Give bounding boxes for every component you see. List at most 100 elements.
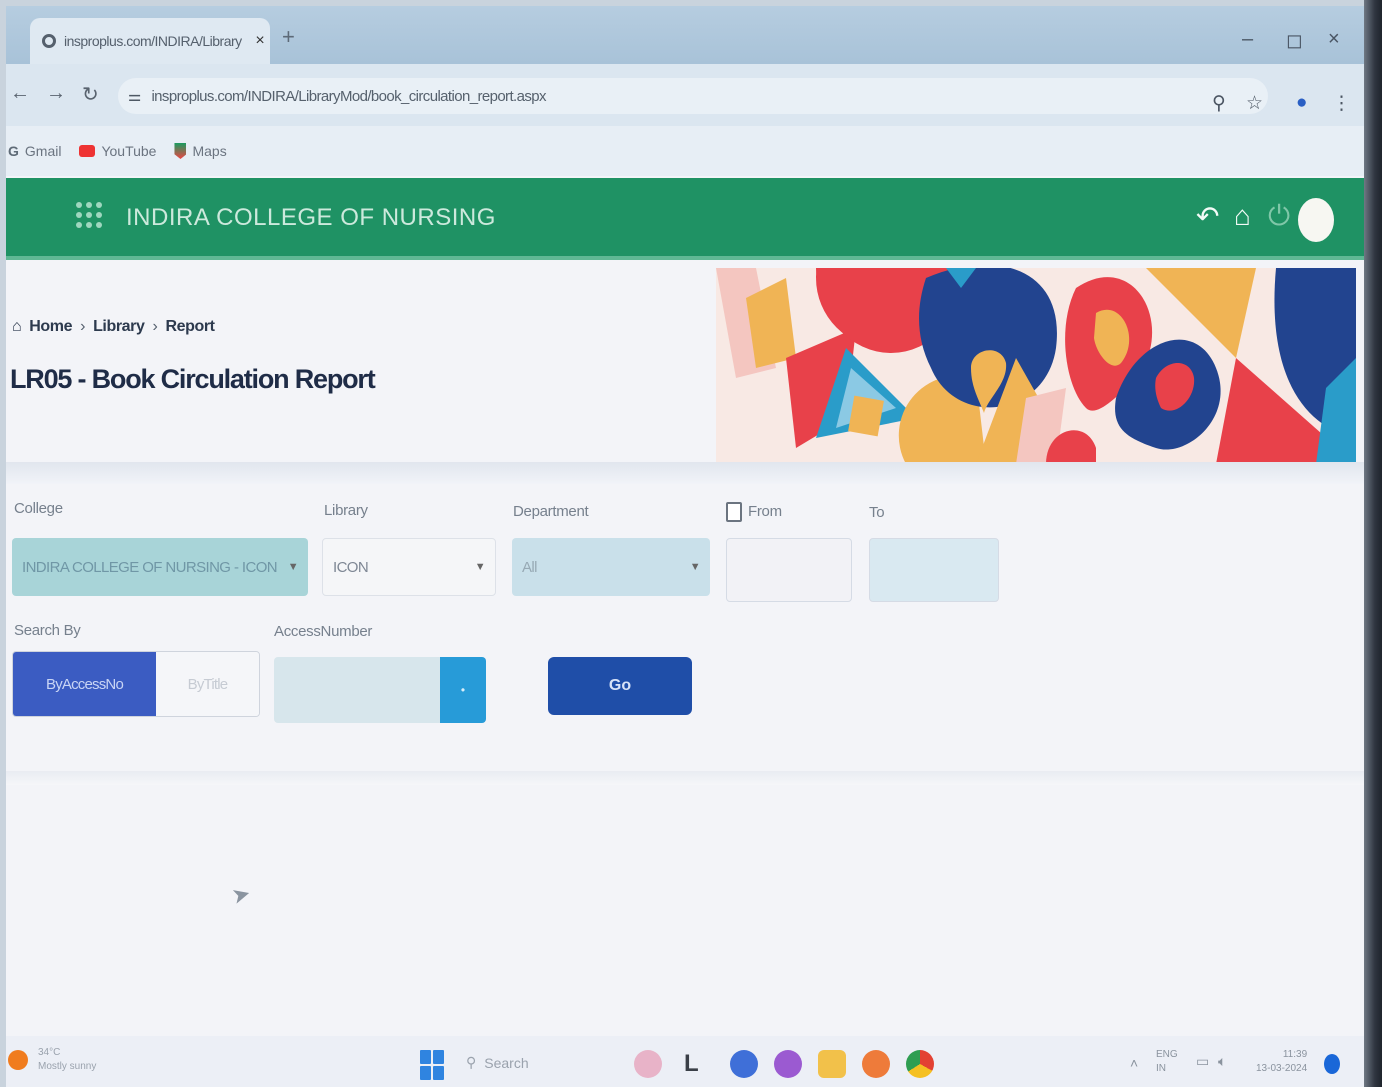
home-icon[interactable]: ⌂ (1234, 200, 1251, 232)
user-avatar[interactable] (1298, 198, 1334, 242)
home-outline-icon: ⌂ (12, 318, 22, 335)
chrome-icon[interactable] (906, 1050, 934, 1078)
date-filter-checkbox[interactable] (726, 502, 742, 522)
from-label: From (748, 503, 782, 520)
department-value: All (522, 558, 537, 576)
bookmark-label: Maps (192, 143, 227, 159)
decorative-banner (716, 268, 1356, 464)
zoom-icon[interactable]: ⚲ (1212, 92, 1226, 115)
url-text: insproplus.com/INDIRA/LibraryMod/book_ci… (151, 87, 546, 105)
college-select[interactable]: INDIRA COLLEGE OF NURSING - ICON ▼ (12, 538, 308, 596)
app-header: INDIRA COLLEGE OF NURSING ↶ ⌂ ⏻ (6, 178, 1364, 260)
department-label: Department (513, 503, 589, 520)
forward-icon[interactable]: → (46, 82, 66, 105)
weather-desc: Mostly sunny (38, 1061, 97, 1072)
browser-tab-strip: insproplus.com/INDIRA/Library × + – ◻ × (6, 6, 1364, 64)
go-button[interactable]: Go (548, 657, 692, 715)
reload-icon[interactable]: ↻ (82, 82, 99, 107)
search-by-toggle: ByAccessNo ByTitle (12, 651, 260, 717)
bookmark-youtube[interactable]: YouTube (79, 143, 156, 159)
breadcrumb-report: Report (165, 318, 215, 335)
language-code: ENG (1156, 1049, 1178, 1060)
divider (6, 462, 1364, 484)
power-icon[interactable]: ⏻ (1268, 200, 1290, 233)
star-icon[interactable]: ☆ (1246, 92, 1263, 115)
tab-title: insproplus.com/INDIRA/Library (64, 33, 242, 49)
search-by-access-no[interactable]: ByAccessNo (13, 652, 156, 716)
page-title: LR05 - Book Circulation Report (10, 364, 376, 394)
gmail-icon: G (8, 143, 19, 159)
app-name: INDIRA COLLEGE OF NURSING (126, 204, 496, 231)
library-select[interactable]: ICON ▼ (322, 538, 496, 596)
notification-icon[interactable] (1324, 1054, 1340, 1074)
region-code: IN (1156, 1063, 1166, 1074)
access-number-button[interactable]: • (440, 657, 486, 723)
access-number-input[interactable] (274, 657, 442, 723)
search-icon: ⚲ (466, 1054, 477, 1070)
to-label: To (869, 504, 885, 521)
department-select[interactable]: All ▼ (512, 538, 710, 596)
windows-start-icon[interactable] (420, 1050, 444, 1080)
screen: insproplus.com/INDIRA/Library × + – ◻ × … (6, 6, 1364, 1087)
youtube-icon (79, 145, 96, 157)
minimize-button[interactable]: – (1242, 28, 1253, 51)
caret-down-icon: ▼ (474, 561, 486, 573)
widgets-icon[interactable] (634, 1050, 662, 1078)
chevron-right-icon: › (80, 318, 86, 335)
caret-down-icon: ▼ (689, 561, 701, 573)
language-indicator[interactable]: ENG IN (1156, 1048, 1178, 1076)
college-value: INDIRA COLLEGE OF NURSING - ICON (22, 558, 278, 576)
bookmarks-bar: G Gmail YouTube Maps (6, 126, 1364, 176)
tab-close-icon[interactable]: × (250, 32, 270, 50)
clock-date: 13-03-2024 (1256, 1063, 1308, 1074)
bookmark-gmail[interactable]: G Gmail (8, 143, 61, 159)
library-label: Library (324, 502, 368, 519)
from-date-input[interactable] (726, 538, 852, 602)
breadcrumb-library[interactable]: Library (93, 318, 145, 336)
browser-toolbar: ← → ↻ ⚌ insproplus.com/INDIRA/LibraryMod… (6, 64, 1364, 126)
college-label: College (14, 500, 63, 517)
clock[interactable]: 11:39 13-03-2024 (1256, 1048, 1307, 1076)
chevron-up-icon[interactable]: ˄ (1130, 1056, 1138, 1070)
profile-icon[interactable]: ● (1296, 92, 1307, 114)
weather-widget[interactable]: 34°C Mostly sunny (8, 1046, 96, 1074)
maps-icon (174, 143, 187, 159)
volume-icon[interactable]: 🔈︎ (1218, 1054, 1226, 1068)
mouse-cursor-icon: ➤ (228, 880, 254, 909)
copilot-icon[interactable] (774, 1050, 802, 1078)
to-date-input[interactable] (869, 538, 999, 602)
taskbar-search[interactable]: ⚲ Search (466, 1054, 529, 1071)
caret-down-icon: ▼ (287, 561, 299, 573)
app-l-icon[interactable]: L (684, 1050, 712, 1078)
new-tab-button[interactable]: + (282, 24, 295, 50)
search-by-title[interactable]: ByTitle (156, 652, 259, 716)
network-icon[interactable]: ▭ (1196, 1054, 1209, 1068)
breadcrumb: ⌂ Home › Library › Report (12, 318, 215, 336)
bookmark-label: Gmail (24, 143, 62, 159)
breadcrumb-home[interactable]: Home (29, 318, 72, 336)
back-arrow-icon[interactable]: ↶ (1196, 200, 1219, 233)
taskbar: 34°C Mostly sunny ⚲ Search L ˄ ENG IN ▭ … (6, 1036, 1364, 1087)
sun-icon (8, 1050, 28, 1070)
window-close-button[interactable]: × (1328, 28, 1340, 51)
search-by-label: Search By (14, 622, 81, 639)
address-bar[interactable]: ⚌ insproplus.com/INDIRA/LibraryMod/book_… (118, 78, 1268, 114)
restore-button[interactable]: ◻ (1286, 28, 1303, 53)
weather-temp: 34°C (38, 1047, 61, 1058)
bookmark-maps[interactable]: Maps (174, 143, 227, 159)
clock-time: 11:39 (1282, 1049, 1308, 1060)
globe-icon (42, 34, 56, 48)
library-value: ICON (333, 558, 369, 576)
apps-grid-icon[interactable] (76, 202, 102, 228)
access-number-label: AccessNumber (274, 623, 373, 640)
divider (6, 771, 1364, 785)
chevron-right-icon: › (152, 318, 158, 335)
firefox-icon[interactable] (862, 1050, 890, 1078)
file-explorer-icon[interactable] (818, 1050, 846, 1078)
site-info-icon[interactable]: ⚌ (128, 87, 141, 105)
chat-icon[interactable] (730, 1050, 758, 1078)
bookmark-label: YouTube (101, 143, 157, 159)
menu-icon[interactable]: ⋮ (1332, 92, 1351, 115)
browser-tab[interactable]: insproplus.com/INDIRA/Library × (30, 18, 270, 64)
back-icon[interactable]: ← (10, 82, 30, 105)
